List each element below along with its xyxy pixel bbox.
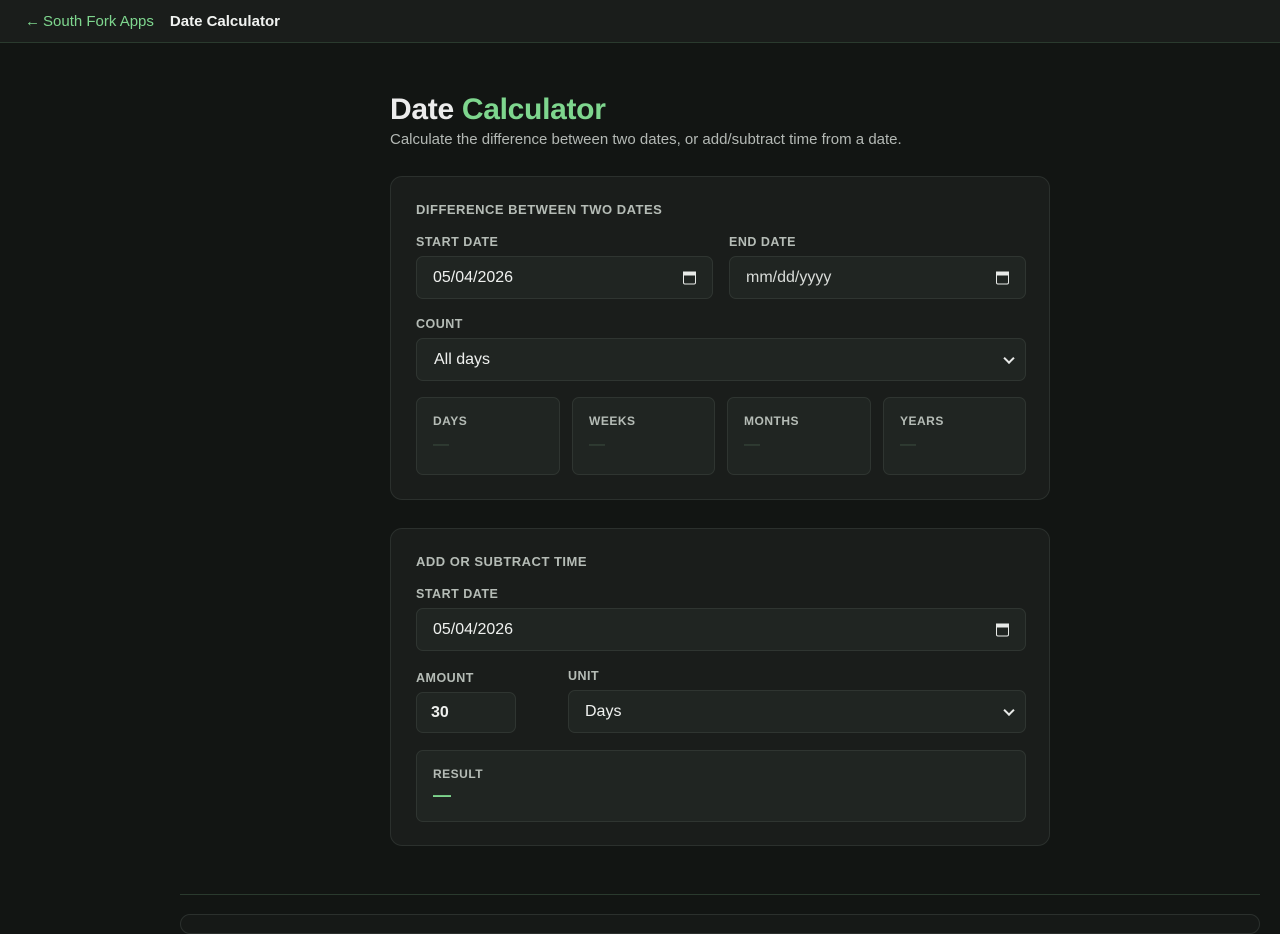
end-date-label: END DATE (729, 235, 796, 249)
stat-years: YEARS — (883, 397, 1026, 475)
result-value: — (433, 785, 451, 805)
stat-days: DAYS — (416, 397, 560, 475)
count-select[interactable]: All days (416, 338, 1026, 381)
calendar-icon[interactable] (996, 623, 1009, 636)
result-label: RESULT (433, 767, 484, 781)
amount-label: AMOUNT (416, 671, 474, 685)
add-start-date-value: 05/04/2026 (433, 620, 514, 638)
stat-label: YEARS (900, 414, 944, 428)
start-date-input[interactable]: 05/04/2026 (416, 256, 713, 299)
unit-select[interactable]: Days (568, 690, 1026, 733)
stat-weeks: WEEKS — (572, 397, 715, 475)
amount-value: 30 (431, 703, 449, 721)
back-link[interactable]: ← South Fork Apps (25, 13, 154, 30)
count-label: COUNT (416, 317, 463, 331)
title-accent: Calculator (461, 93, 606, 126)
unit-label: UNIT (568, 669, 600, 683)
current-page-title: Date Calculator (169, 12, 280, 30)
difference-card: DIFFERENCE BETWEEN TWO DATES START DATE … (390, 176, 1050, 500)
page-title: Date Calculator (390, 93, 1050, 127)
top-bar: ← South Fork Apps Date Calculator (0, 0, 1280, 43)
stat-value: — (433, 436, 449, 453)
unit-value: Days (585, 702, 622, 720)
title-main: Date (390, 93, 454, 126)
stat-label: MONTHS (744, 414, 799, 428)
end-date-placeholder: mm/dd/yyyy (746, 268, 832, 286)
calendar-icon[interactable] (683, 271, 696, 284)
arrow-left-icon: ← (25, 12, 40, 30)
add-start-date-label: START DATE (416, 587, 499, 601)
start-date-label: START DATE (416, 235, 499, 249)
add-section-title: ADD OR SUBTRACT TIME (416, 554, 588, 569)
start-date-value: 05/04/2026 (433, 268, 514, 286)
end-date-input[interactable]: mm/dd/yyyy (729, 256, 1026, 299)
stat-months: MONTHS — (727, 397, 871, 475)
stat-value: — (589, 436, 605, 453)
calendar-icon[interactable] (996, 271, 1009, 284)
chevron-down-icon (1003, 352, 1015, 364)
chevron-down-icon (1003, 704, 1015, 716)
stat-label: WEEKS (589, 414, 636, 428)
footer-divider (180, 894, 1260, 895)
amount-input[interactable]: 30 (416, 692, 516, 733)
stat-value: — (744, 436, 760, 453)
stat-value: — (900, 436, 916, 453)
stat-label: DAYS (433, 414, 468, 428)
add-subtract-card: ADD OR SUBTRACT TIME START DATE 05/04/20… (390, 528, 1050, 846)
count-value: All days (434, 350, 491, 368)
back-link-label: South Fork Apps (43, 12, 154, 30)
result-box: RESULT — (416, 750, 1026, 822)
difference-section-title: DIFFERENCE BETWEEN TWO DATES (416, 202, 663, 217)
page-header: Date Calculator Calculate the difference… (390, 93, 1050, 148)
page-subtitle: Calculate the difference between two dat… (390, 131, 902, 148)
add-start-date-input[interactable]: 05/04/2026 (416, 608, 1026, 651)
footer-card (180, 914, 1260, 934)
